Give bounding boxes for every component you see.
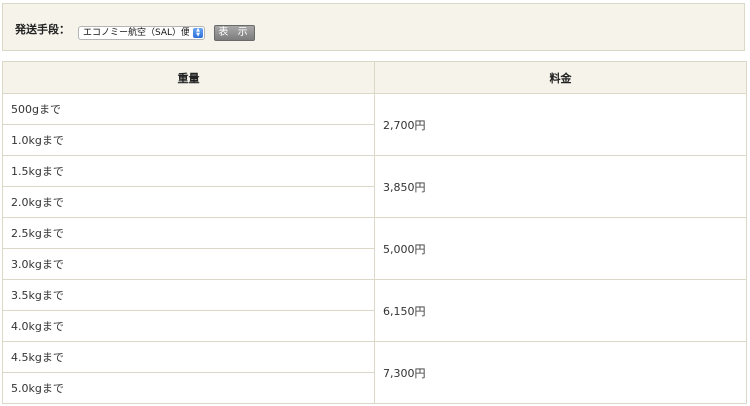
- table-row: 4.5kgまで 7,300円: [2, 341, 747, 404]
- updown-arrows-icon: ▲ ▼: [193, 28, 203, 38]
- weight-cell: 4.5kgまで: [2, 341, 375, 373]
- table-row: 2.5kgまで 5,000円: [2, 217, 747, 280]
- rate-table: 重量 料金 500gまで 2,700円 1.0kgまで 1.5kgまで 3,85…: [2, 61, 747, 404]
- weight-cell: 2.0kgまで: [2, 186, 375, 218]
- weight-cell: 1.5kgまで: [2, 155, 375, 187]
- rate-table-header-row: 重量 料金: [2, 61, 747, 94]
- weight-cell: 500gまで: [2, 93, 375, 125]
- price-cell: 2,700円: [374, 93, 747, 156]
- price-cell: 6,150円: [374, 279, 747, 342]
- price-cell: 7,300円: [374, 341, 747, 404]
- weight-cell: 1.0kgまで: [2, 124, 375, 156]
- weight-column-header: 重量: [2, 61, 375, 94]
- shipping-method-select[interactable]: エコノミー航空（SAL）便 ▲ ▼: [78, 26, 205, 40]
- table-row: 500gまで 2,700円: [2, 93, 747, 156]
- weight-cell: 3.5kgまで: [2, 279, 375, 311]
- shipping-method-bar: 発送手段： エコノミー航空（SAL）便 ▲ ▼ 表 示: [2, 3, 745, 51]
- weight-cell: 4.0kgまで: [2, 310, 375, 342]
- shipping-method-selected-value: エコノミー航空（SAL）便: [83, 28, 189, 38]
- shipping-method-label: 発送手段：: [15, 23, 70, 36]
- weight-cell: 3.0kgまで: [2, 248, 375, 280]
- weight-cell: 5.0kgまで: [2, 372, 375, 404]
- price-cell: 5,000円: [374, 217, 747, 280]
- show-button[interactable]: 表 示: [214, 25, 255, 41]
- price-column-header: 料金: [374, 61, 747, 94]
- shipping-rates-page: 発送手段： エコノミー航空（SAL）便 ▲ ▼ 表 示 重量 料金 500gまで …: [0, 0, 750, 406]
- table-row: 3.5kgまで 6,150円: [2, 279, 747, 342]
- weight-cell: 2.5kgまで: [2, 217, 375, 249]
- price-cell: 3,850円: [374, 155, 747, 218]
- table-row: 1.5kgまで 3,850円: [2, 155, 747, 218]
